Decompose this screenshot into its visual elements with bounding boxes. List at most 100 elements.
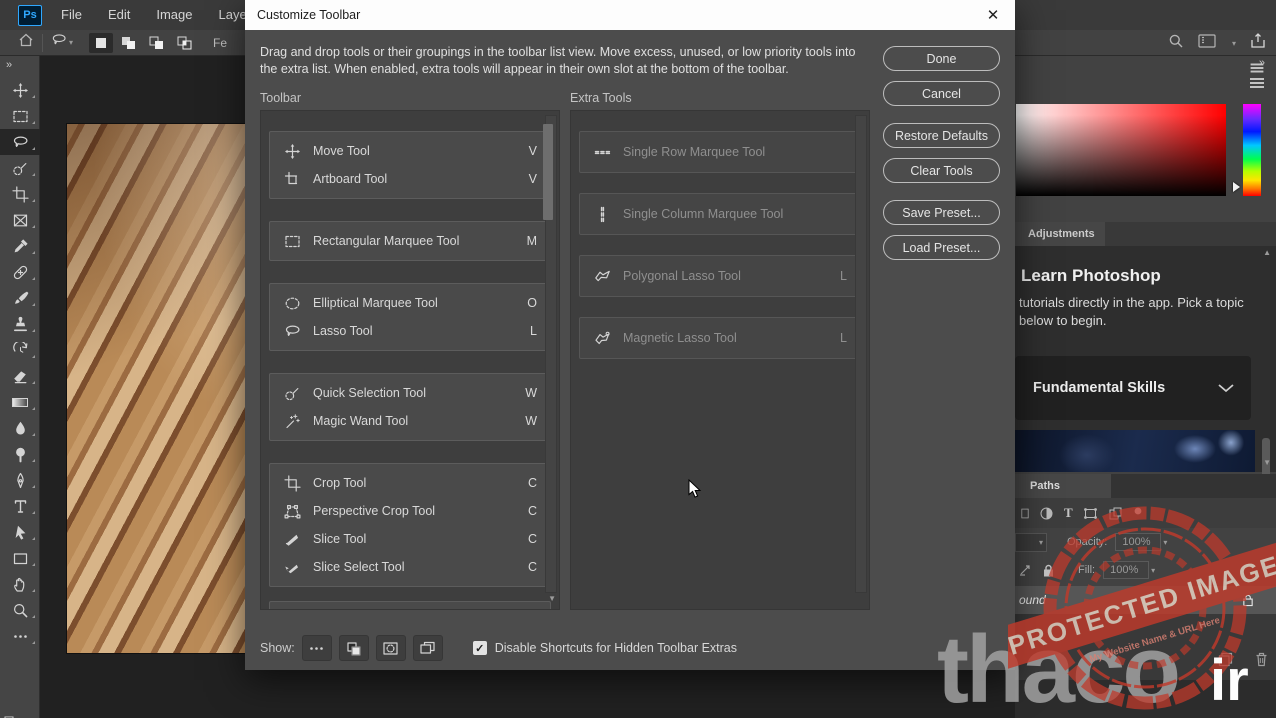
menu-edit[interactable]: Edit (95, 0, 143, 30)
save-preset-button[interactable]: Save Preset... (883, 200, 1000, 225)
tool-group[interactable]: Rectangular Marquee Tool M (269, 221, 551, 261)
type-tool-icon[interactable] (0, 493, 40, 519)
lock-position-icon[interactable] (1018, 563, 1033, 578)
tool-row[interactable]: Slice Tool C (270, 525, 550, 553)
clone-stamp-tool-icon[interactable] (0, 311, 40, 337)
brush-tool-icon[interactable] (0, 285, 40, 311)
tool-group-partial[interactable] (269, 601, 551, 609)
fundamental-skills-card[interactable]: Fundamental Skills (1015, 356, 1251, 420)
scroll-down-icon[interactable]: ▼ (1263, 458, 1271, 467)
shape-tool-icon[interactable] (0, 545, 40, 571)
subtract-selection-icon[interactable] (145, 33, 169, 53)
history-brush-tool-icon[interactable] (0, 337, 40, 363)
expand-tools-icon[interactable]: » (0, 56, 39, 71)
lasso-tool-icon[interactable] (0, 129, 40, 155)
tool-row[interactable]: Slice Select Tool C (270, 553, 550, 581)
chevron-down-icon[interactable]: ▾ (69, 38, 73, 47)
tool-row[interactable]: Lasso Tool L (270, 317, 550, 345)
menu-image[interactable]: Image (143, 0, 205, 30)
ellipsis-tool-icon[interactable] (0, 623, 40, 649)
menu-file[interactable]: File (48, 0, 95, 30)
delete-layer-icon[interactable] (1255, 652, 1268, 667)
clear-tools-button[interactable]: Clear Tools (883, 158, 1000, 183)
show-quickmask-icon[interactable] (375, 635, 406, 661)
rect-marquee-tool-icon[interactable] (0, 103, 40, 129)
layer-lock-icon[interactable] (1242, 593, 1254, 607)
color-panel-menu-icon[interactable] (1250, 82, 1264, 84)
hue-strip[interactable] (1243, 104, 1261, 196)
show-screen-mode-icon[interactable] (412, 635, 443, 661)
extra-tool-group[interactable]: Polygonal Lasso Tool L (579, 255, 861, 297)
tool-row[interactable]: Single Column Marquee Tool (580, 199, 860, 229)
fill-value[interactable]: 100% (1103, 561, 1150, 579)
tool-row[interactable]: Artboard Tool V (270, 165, 550, 193)
chevron-down-icon[interactable]: ▾ (1163, 538, 1167, 547)
dodge-tool-icon[interactable] (0, 441, 40, 467)
scroll-up-icon[interactable]: ▲ (1263, 248, 1271, 257)
intersect-selection-icon[interactable] (173, 33, 197, 53)
background-layer-row[interactable]: ound (1015, 586, 1276, 614)
tool-group[interactable]: Move Tool V Artboard Tool V (269, 131, 551, 199)
extra-tool-group[interactable]: Magnetic Lasso Tool L (579, 317, 861, 359)
tab-paths[interactable]: Paths (1015, 474, 1111, 498)
extra-tool-list[interactable]: Single Row Marquee Tool Single Column Mar… (570, 110, 870, 610)
scrollbar-track[interactable] (543, 115, 557, 593)
tool-group[interactable]: Elliptical Marquee Tool O Lasso Tool L (269, 283, 551, 351)
tool-row[interactable]: Magic Wand Tool W (270, 407, 550, 435)
tool-group[interactable]: Quick Selection Tool W Magic Wand Tool W (269, 373, 551, 441)
tool-row[interactable]: Single Row Marquee Tool (580, 137, 860, 167)
lasso-tool-preset-icon[interactable] (51, 32, 67, 53)
tool-row[interactable]: Polygonal Lasso Tool L (580, 261, 860, 291)
toolbar-tool-list[interactable]: Move Tool V Artboard Tool V Rectangular Marq… (260, 110, 560, 610)
gradient-tool-icon[interactable] (0, 389, 40, 415)
frame-tool-icon[interactable] (0, 207, 40, 233)
show-ellipsis-icon[interactable] (301, 635, 332, 661)
move-tool-icon[interactable] (0, 77, 40, 103)
hue-slider-arrow[interactable] (1233, 182, 1240, 192)
blur-tool-icon[interactable] (0, 415, 40, 441)
eyedropper-tool-icon[interactable] (0, 233, 40, 259)
eraser-tool-icon[interactable] (0, 363, 40, 389)
show-mini-swatch-icon[interactable] (338, 635, 369, 661)
tool-group[interactable]: Crop Tool C Perspective Crop Tool C Slice To… (269, 463, 551, 587)
extra-tool-group[interactable]: Single Row Marquee Tool (579, 131, 861, 173)
add-selection-icon[interactable] (117, 33, 141, 53)
tool-row[interactable]: Perspective Crop Tool C (270, 497, 550, 525)
load-preset-button[interactable]: Load Preset... (883, 235, 1000, 260)
extra-tool-group[interactable]: Single Column Marquee Tool (579, 193, 861, 235)
restore-defaults-button[interactable]: Restore Defaults (883, 123, 1000, 148)
tool-row[interactable]: Elliptical Marquee Tool O (270, 289, 550, 317)
filter-smart-object-icon[interactable] (1108, 506, 1123, 521)
healing-tool-icon[interactable] (0, 259, 40, 285)
tool-row[interactable]: Quick Selection Tool W (270, 379, 550, 407)
chevron-down-icon[interactable]: ▾ (1151, 566, 1155, 575)
home-icon[interactable] (18, 32, 34, 53)
close-icon[interactable]: ✕ (979, 0, 1007, 30)
share-icon[interactable] (1250, 32, 1266, 54)
dialog-title-bar[interactable]: Customize Toolbar ✕ (245, 0, 1015, 30)
blend-mode-select[interactable]: ▾ (1015, 532, 1047, 552)
filter-shape-icon[interactable] (1083, 506, 1098, 521)
new-selection-icon[interactable] (89, 32, 114, 53)
crop-tool-icon[interactable] (0, 181, 40, 207)
pen-tool-icon[interactable] (0, 467, 40, 493)
disable-shortcuts-checkbox[interactable]: ✓ (472, 641, 487, 655)
scrollbar-thumb[interactable] (543, 124, 553, 220)
tool-row[interactable]: Magnetic Lasso Tool L (580, 323, 860, 353)
tool-row[interactable]: Move Tool V (270, 137, 550, 165)
hand-tool-icon[interactable] (0, 571, 40, 597)
cancel-button[interactable]: Cancel (883, 81, 1000, 106)
zoom-tool-icon[interactable] (0, 597, 40, 623)
scroll-down-icon[interactable]: ▼ (548, 594, 556, 603)
done-button[interactable]: Done (883, 46, 1000, 71)
tool-row[interactable]: Rectangular Marquee Tool M (270, 227, 550, 255)
chevron-down-icon[interactable]: ▾ (1232, 39, 1236, 48)
tutorial-thumbnail[interactable] (1015, 430, 1255, 472)
color-saturation-square[interactable] (1016, 104, 1226, 196)
search-icon[interactable] (1168, 33, 1184, 54)
scrollbar-track[interactable] (855, 115, 867, 593)
lock-all-icon[interactable] (1042, 563, 1055, 578)
workspace-icon[interactable] (1198, 33, 1216, 53)
paths-menu-icon[interactable] (1250, 67, 1264, 69)
opacity-value[interactable]: 100% (1115, 533, 1162, 551)
